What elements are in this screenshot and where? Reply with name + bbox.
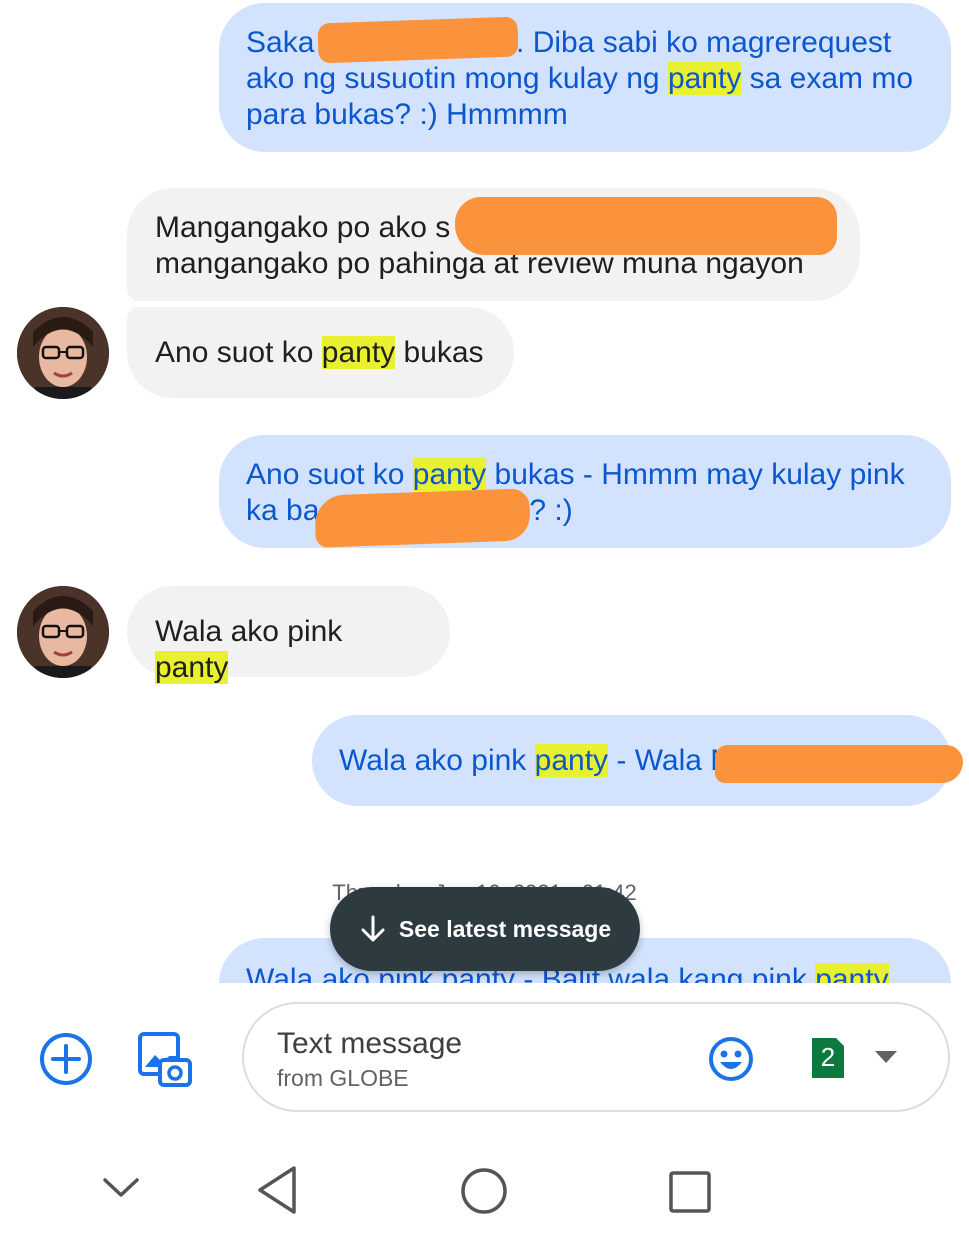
sim-card-icon[interactable]: 2 [810, 1036, 846, 1080]
message-bubble-incoming[interactable]: Wala ako pink panty [127, 586, 450, 684]
message-composer[interactable]: Text message from GLOBE 2 [242, 1002, 950, 1112]
redaction-mark [317, 16, 519, 64]
highlight-term: panty [155, 651, 229, 684]
avatar[interactable] [17, 586, 109, 678]
sim-label: from GLOBE [277, 1065, 409, 1091]
emoji-icon[interactable] [706, 1034, 756, 1089]
redaction-mark [314, 488, 531, 548]
home-circle-icon[interactable] [460, 1167, 508, 1220]
caret-down-icon[interactable] [874, 1050, 898, 1069]
message-line: ako ng susuotin mong kulay ng panty sa e… [246, 62, 914, 95]
back-triangle-icon[interactable] [254, 1164, 300, 1221]
highlight-term: panty [321, 336, 396, 369]
avatar-image [17, 586, 109, 678]
sim-number: 2 [820, 1042, 836, 1072]
avatar-image [17, 307, 109, 399]
chevron-down-icon[interactable] [102, 1174, 140, 1207]
text-message-input[interactable]: Text message [277, 1027, 462, 1061]
see-latest-message-label: See latest message [398, 915, 612, 942]
highlight-term: panty [412, 458, 487, 491]
redaction-mark [455, 197, 837, 255]
redaction-mark [715, 745, 963, 783]
message-line: Ano suot ko panty bukas - Hmmm may kulay… [246, 458, 905, 491]
plus-circle-icon[interactable] [38, 1031, 94, 1092]
recents-square-icon[interactable] [668, 1170, 712, 1219]
highlight-term: panty [815, 963, 889, 983]
gallery-icon[interactable] [136, 1031, 194, 1094]
avatar[interactable] [17, 307, 109, 399]
message-line: para bukas? :) Hmmmm [246, 98, 568, 131]
highlight-term: panty [534, 744, 609, 777]
highlight-term: panty [667, 62, 742, 95]
see-latest-message-button[interactable]: See latest message [330, 887, 640, 971]
arrow-down-icon [361, 915, 385, 942]
message-bubble-incoming[interactable]: Ano suot ko panty bukas [127, 307, 514, 398]
